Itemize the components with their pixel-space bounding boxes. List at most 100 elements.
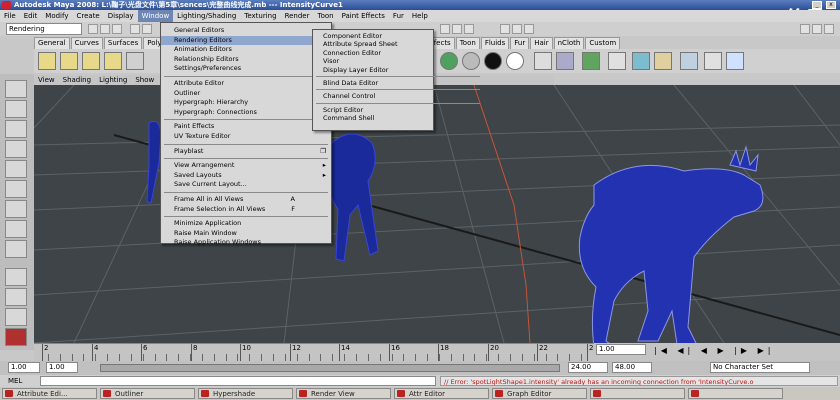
select-hierarchy-icon[interactable] <box>130 24 140 34</box>
shelf-texture-icon[interactable] <box>582 52 600 70</box>
render-settings-icon[interactable] <box>524 24 534 34</box>
window-menu-view-arrangement[interactable]: View Arrangement ▸ <box>161 161 331 170</box>
window-menu-raise-application-windows[interactable]: Raise Application Windows <box>161 238 331 247</box>
new-scene-icon[interactable] <box>88 24 98 34</box>
window-menu-frame-all-in-all-views[interactable]: Frame All in All Views A <box>161 195 331 204</box>
select-object-icon[interactable] <box>142 24 152 34</box>
shelf-lambert-icon[interactable] <box>462 52 480 70</box>
menu-display[interactable]: Display <box>104 10 138 22</box>
menu-paint-effects[interactable]: Paint Effects <box>338 10 389 22</box>
menu-modify[interactable]: Modify <box>41 10 72 22</box>
menu-set-dropdown[interactable]: Rendering <box>6 23 82 35</box>
range-slider-bar[interactable] <box>100 364 560 372</box>
taskbar-button-attribute-edi[interactable]: Attribute Edi... <box>2 388 97 399</box>
submenu-display-layer-editor[interactable]: Display Layer Editor <box>313 66 433 75</box>
shelf-blinn-icon[interactable] <box>440 52 458 70</box>
window-menu-raise-main-window[interactable]: Raise Main Window <box>161 229 331 238</box>
manipulator-tool-icon[interactable] <box>5 200 27 218</box>
tool-settings-toggle-icon[interactable] <box>824 24 834 34</box>
time-slider[interactable]: 24681012141618202224 <box>34 343 598 362</box>
viewport-menu-shading[interactable]: Shading <box>59 75 95 85</box>
viewport-menu-lighting[interactable]: Lighting <box>95 75 131 85</box>
window-menu-frame-selection-in-all-views[interactable]: Frame Selection in All Views F <box>161 205 331 214</box>
save-scene-icon[interactable] <box>112 24 122 34</box>
window-menu-uv-texture-editor[interactable]: UV Texture Editor <box>161 132 331 141</box>
shelf-tab-ncloth[interactable]: nCloth <box>553 37 585 49</box>
window-menu-rendering-editors[interactable]: Rendering Editors▸ <box>161 35 331 45</box>
render-view-layout-icon[interactable] <box>5 328 27 346</box>
taskbar-button-attr-editor[interactable]: Attr Editor <box>394 388 489 399</box>
channel-box-toggle-icon[interactable] <box>800 24 810 34</box>
taskbar-button-item[interactable] <box>590 388 685 399</box>
shelf-directional-light-icon[interactable] <box>82 52 100 70</box>
shelf-light-link-icon[interactable] <box>654 52 672 70</box>
last-tool-icon[interactable] <box>5 240 27 258</box>
character-set-field[interactable]: No Character Set <box>710 362 810 373</box>
window-menu-animation-editors[interactable]: Animation Editors▸ <box>161 45 331 54</box>
window-menu-playblast[interactable]: Playblast ❐ <box>161 147 331 156</box>
minimize-button[interactable]: _ <box>812 1 822 9</box>
scale-tool-icon[interactable] <box>5 180 27 198</box>
viewport-menu-view[interactable]: View <box>34 75 59 85</box>
menu-toon[interactable]: Toon <box>313 10 337 22</box>
soft-mod-tool-icon[interactable] <box>5 220 27 238</box>
shelf-tab-surfaces[interactable]: Surfaces <box>103 37 143 49</box>
menu-window[interactable]: Window <box>137 10 174 22</box>
move-tool-icon[interactable] <box>5 140 27 158</box>
snap-point-icon[interactable] <box>464 24 474 34</box>
shelf-tab-custom[interactable]: Custom <box>585 37 621 49</box>
four-view-layout-icon[interactable] <box>5 288 27 306</box>
shelf-phong-icon[interactable] <box>484 52 502 70</box>
playback-end-field[interactable]: 24.00 <box>568 362 608 373</box>
shelf-area-light-icon[interactable] <box>126 52 144 70</box>
shelf-tab-general[interactable]: General <box>34 37 70 49</box>
shelf-break-link-icon[interactable] <box>680 52 698 70</box>
end-time-field[interactable]: 48.00 <box>612 362 652 373</box>
start-time-field[interactable]: 1.00 <box>8 362 40 373</box>
shelf-tab-hair[interactable]: Hair <box>530 37 553 49</box>
shelf-tab-curves[interactable]: Curves <box>70 37 103 49</box>
window-menu-saved-layouts[interactable]: Saved Layouts ▸ <box>161 171 331 180</box>
snap-curve-icon[interactable] <box>452 24 462 34</box>
window-menu-settings-preferences[interactable]: Settings/Preferences▸ <box>161 64 331 73</box>
taskbar-button-graph-editor[interactable]: Graph Editor <box>492 388 587 399</box>
shelf-lightning-icon[interactable] <box>726 52 744 70</box>
taskbar-button-hypershade[interactable]: Hypershade <box>198 388 293 399</box>
window-menu-hypergraph-connections[interactable]: Hypergraph: Connections <box>161 108 331 117</box>
window-menu-relationship-editors[interactable]: Relationship Editors▸ <box>161 55 331 64</box>
playback-start-field[interactable]: 1.00 <box>46 362 78 373</box>
shelf-point-light-icon[interactable] <box>60 52 78 70</box>
select-tool-icon[interactable] <box>5 80 27 98</box>
submenu-channel-control[interactable]: Channel Control <box>313 92 433 101</box>
window-menu-save-current-layout[interactable]: Save Current Layout... <box>161 180 331 189</box>
menu-create[interactable]: Create <box>72 10 103 22</box>
taskbar-button-item[interactable] <box>688 388 783 399</box>
rotate-tool-icon[interactable] <box>5 160 27 178</box>
taskbar-button-render-view[interactable]: Render View <box>296 388 391 399</box>
option-box-icon[interactable]: ❐ <box>320 147 326 156</box>
playback-buttons[interactable]: |◀ ◀| ◀ ▶ |▶ ▶| <box>654 346 774 355</box>
menu-render[interactable]: Render <box>281 10 314 22</box>
close-button[interactable]: x <box>826 1 836 9</box>
shelf-tab-fur[interactable]: Fur <box>510 37 530 49</box>
menu-lighting-shading[interactable]: Lighting/Shading <box>173 10 240 22</box>
shelf-tab-toon[interactable]: Toon <box>455 37 480 49</box>
submenu-blind-data-editor[interactable]: Blind Data Editor <box>313 79 433 88</box>
shelf-render-icon[interactable] <box>534 52 552 70</box>
shelf-spot-light-icon[interactable] <box>38 52 56 70</box>
open-scene-icon[interactable] <box>100 24 110 34</box>
shelf-hypershade-icon[interactable] <box>556 52 574 70</box>
single-perspective-layout-icon[interactable] <box>5 268 27 286</box>
window-menu-minimize-application[interactable]: Minimize Application <box>161 219 331 228</box>
shelf-tab-fluids[interactable]: Fluids <box>480 37 510 49</box>
menu-file[interactable]: File <box>0 10 20 22</box>
window-menu-hypergraph-hierarchy[interactable]: Hypergraph: Hierarchy <box>161 98 331 107</box>
menu-fur[interactable]: Fur <box>389 10 408 22</box>
menu-edit[interactable]: Edit <box>20 10 42 22</box>
shelf-render-settings-icon[interactable] <box>608 52 626 70</box>
viewport-menu-show[interactable]: Show <box>131 75 158 85</box>
perspective-viewport[interactable] <box>34 85 840 343</box>
current-frame-field[interactable]: 1.00 <box>596 344 646 355</box>
taskbar-button-outliner[interactable]: Outliner <box>100 388 195 399</box>
window-menu-attribute-editor[interactable]: Attribute Editor <box>161 79 331 88</box>
